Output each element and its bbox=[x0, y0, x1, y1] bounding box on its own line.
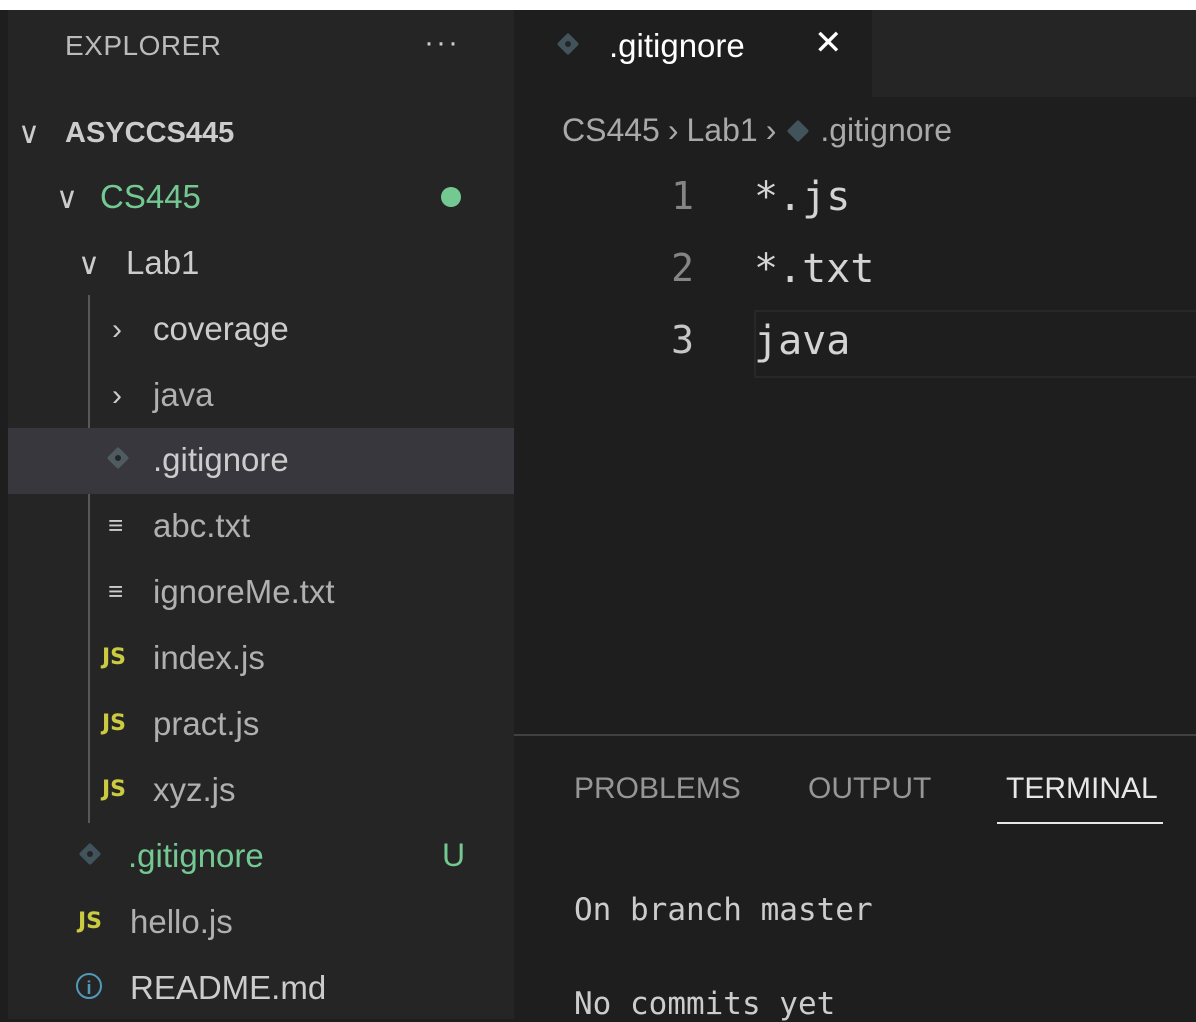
editor-tab-bar: .gitignore ✕ bbox=[514, 10, 1196, 97]
terminal-line: No commits yet bbox=[574, 986, 836, 1022]
info-icon: i bbox=[76, 973, 102, 999]
tree-file-readme-md[interactable]: i README.md bbox=[8, 956, 514, 1019]
modified-dot-icon bbox=[441, 187, 461, 207]
tree-folder-java[interactable]: › java bbox=[8, 363, 514, 429]
code-editor[interactable]: 1 *.js 2 *.txt 3 java bbox=[514, 168, 1196, 384]
code-line: 2 *.txt bbox=[514, 240, 1196, 312]
breadcrumb-separator: › bbox=[765, 112, 777, 149]
tree-folder-cs445[interactable]: ∨ CS445 bbox=[8, 165, 514, 231]
line-text: *.txt bbox=[754, 246, 875, 292]
tree-item-label: hello.js bbox=[130, 903, 233, 940]
explorer-title: EXPLORER bbox=[65, 30, 222, 61]
tab-terminal[interactable]: TERMINAL bbox=[1006, 772, 1158, 806]
window-top-strip bbox=[0, 0, 1196, 10]
tree-item-label: ignoreMe.txt bbox=[153, 573, 335, 610]
code-line: 3 java bbox=[514, 312, 1196, 384]
more-actions-icon[interactable]: ··· bbox=[424, 26, 460, 60]
text-file-icon: ≡ bbox=[108, 510, 124, 540]
tab-gitignore[interactable]: .gitignore ✕ bbox=[514, 10, 872, 97]
tab-problems[interactable]: PROBLEMS bbox=[574, 772, 741, 806]
chevron-down-icon: ∨ bbox=[78, 248, 100, 281]
tree-file-index-js[interactable]: JS index.js bbox=[8, 626, 514, 692]
tree-item-label: .gitignore bbox=[128, 837, 264, 874]
line-number: 3 bbox=[671, 318, 694, 362]
bottom-panel: PROBLEMS OUTPUT TERMINAL On branch maste… bbox=[514, 734, 1196, 1022]
explorer-sidebar: EXPLORER ··· ∨ ASYCCS445 ∨ CS445 ∨ Lab1 … bbox=[8, 10, 514, 1019]
tree-item-label: CS445 bbox=[100, 178, 201, 215]
chevron-right-icon: › bbox=[112, 379, 122, 412]
code-line: 1 *.js bbox=[514, 168, 1196, 240]
active-tab-indicator bbox=[997, 822, 1163, 824]
breadcrumb-item-gitignore[interactable]: .gitignore bbox=[820, 112, 952, 148]
explorer-header: EXPLORER ··· bbox=[8, 10, 514, 80]
tree-folder-lab1[interactable]: ∨ Lab1 bbox=[8, 231, 514, 297]
workspace-root[interactable]: ∨ ASYCCS445 bbox=[8, 100, 514, 166]
workspace-name: ASYCCS445 bbox=[65, 117, 235, 149]
js-file-icon: JS bbox=[78, 909, 103, 934]
tree-folder-coverage[interactable]: › coverage bbox=[8, 297, 514, 363]
tree-item-label: abc.txt bbox=[153, 507, 251, 544]
tree-file-xyz-js[interactable]: JS xyz.js bbox=[8, 758, 514, 824]
chevron-down-icon: ∨ bbox=[18, 117, 40, 150]
tree-item-label: pract.js bbox=[153, 705, 260, 742]
tree-file-gitignore-root[interactable]: .gitignore U bbox=[8, 824, 514, 890]
line-text: *.js bbox=[754, 174, 851, 220]
tree-item-label: coverage bbox=[153, 310, 289, 347]
terminal-line: On branch master bbox=[574, 892, 873, 928]
git-file-icon bbox=[106, 446, 130, 470]
tree-file-pract-js[interactable]: JS pract.js bbox=[8, 692, 514, 758]
breadcrumb: CS445 › Lab1 › .gitignore bbox=[562, 110, 952, 154]
tab-output[interactable]: OUTPUT bbox=[808, 772, 931, 806]
tab-label: .gitignore bbox=[609, 27, 745, 64]
breadcrumb-item-lab1[interactable]: Lab1 bbox=[687, 112, 758, 148]
js-file-icon: JS bbox=[102, 711, 127, 736]
git-file-icon bbox=[787, 119, 810, 142]
git-file-icon bbox=[78, 842, 102, 866]
js-file-icon: JS bbox=[102, 777, 127, 802]
tree-file-hello-js[interactable]: JS hello.js bbox=[8, 890, 514, 956]
tree-item-label: README.md bbox=[130, 969, 327, 1006]
tree-item-label: .gitignore bbox=[153, 441, 289, 478]
line-number: 2 bbox=[671, 246, 694, 290]
tree-item-label: xyz.js bbox=[153, 771, 236, 808]
close-icon[interactable]: ✕ bbox=[814, 23, 843, 63]
tree-item-label: java bbox=[153, 376, 214, 413]
chevron-right-icon: › bbox=[112, 313, 122, 346]
tree-item-label: Lab1 bbox=[126, 244, 200, 281]
tree-file-gitignore-lab1[interactable]: .gitignore bbox=[8, 428, 514, 494]
tree-item-label: index.js bbox=[153, 639, 265, 676]
tree-file-abc-txt[interactable]: ≡ abc.txt bbox=[8, 494, 514, 560]
line-number: 1 bbox=[671, 174, 694, 218]
line-text: java bbox=[754, 318, 851, 364]
untracked-badge: U bbox=[442, 837, 466, 873]
text-file-icon: ≡ bbox=[108, 576, 124, 606]
tree-file-ignoreme-txt[interactable]: ≡ ignoreMe.txt bbox=[8, 560, 514, 626]
js-file-icon: JS bbox=[102, 645, 127, 670]
breadcrumb-separator: › bbox=[667, 112, 679, 149]
chevron-down-icon: ∨ bbox=[56, 182, 78, 215]
breadcrumb-item-cs445[interactable]: CS445 bbox=[562, 112, 660, 148]
git-file-icon bbox=[556, 32, 580, 56]
